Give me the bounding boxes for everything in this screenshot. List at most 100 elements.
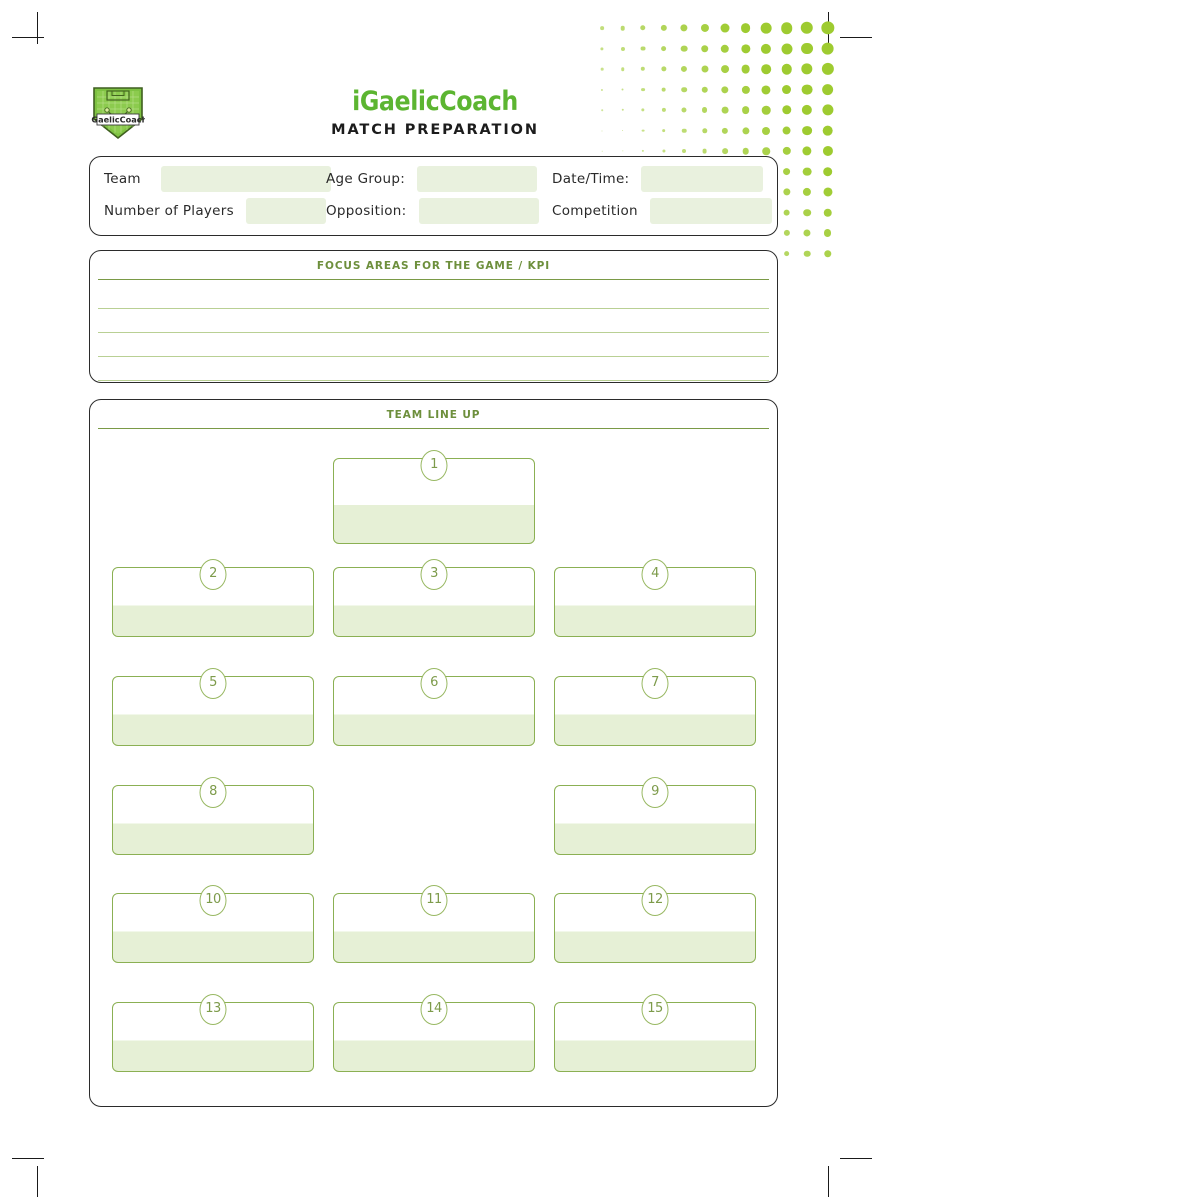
- halftone-dot: [742, 147, 749, 155]
- halftone-dot: [802, 146, 812, 156]
- lineup-slot[interactable]: 10: [112, 885, 314, 963]
- halftone-dot: [783, 250, 790, 257]
- halftone-dot: [661, 87, 666, 92]
- team-lineup-underline: [98, 428, 769, 430]
- halftone-dot: [760, 43, 772, 54]
- focus-areas-panel: FOCUS AREAS FOR THE GAME / KPI: [89, 250, 778, 383]
- detail-field-opposition[interactable]: [419, 198, 539, 224]
- halftone-dot: [782, 167, 791, 176]
- halftone-dot: [721, 106, 729, 114]
- lineup-slot[interactable]: 15: [554, 994, 756, 1072]
- halftone-dot: [660, 45, 667, 52]
- lineup-slot[interactable]: 3: [333, 559, 535, 637]
- halftone-dot: [621, 150, 624, 152]
- lineup-slot[interactable]: 2: [112, 559, 314, 637]
- player-number-badge: 8: [199, 777, 227, 808]
- halftone-dot: [802, 187, 812, 197]
- halftone-dot: [681, 86, 687, 93]
- halftone-dot: [801, 63, 813, 75]
- halftone-dot: [740, 43, 751, 54]
- detail-field-date-time[interactable]: [641, 166, 763, 192]
- halftone-dot: [801, 42, 813, 55]
- player-number-badge: 2: [199, 559, 227, 590]
- halftone-dot: [821, 104, 834, 116]
- player-number-badge: 7: [641, 668, 669, 699]
- halftone-dot: [701, 107, 708, 113]
- player-number-badge: 3: [420, 559, 448, 590]
- player-number-badge: 5: [199, 668, 227, 699]
- halftone-dot: [600, 67, 604, 71]
- halftone-dot: [620, 46, 625, 51]
- lineup-slot[interactable]: 1: [333, 450, 535, 544]
- halftone-dot: [621, 88, 624, 91]
- halftone-dot: [822, 125, 833, 136]
- halftone-dot: [821, 62, 834, 76]
- halftone-dot: [800, 21, 814, 35]
- crop-mark-bottom-right-horizontal: [840, 1158, 872, 1159]
- focus-write-line[interactable]: [98, 332, 769, 333]
- halftone-dot: [802, 167, 812, 176]
- halftone-dot: [762, 147, 770, 155]
- halftone-dot: [660, 66, 667, 72]
- halftone-dot: [661, 107, 666, 113]
- halftone-dot: [620, 67, 625, 71]
- halftone-dot: [680, 45, 688, 52]
- halftone-dot: [682, 149, 686, 153]
- halftone-dot: [783, 229, 790, 237]
- lineup-slot[interactable]: 6: [333, 668, 535, 746]
- halftone-dot: [740, 23, 751, 33]
- halftone-dot: [641, 129, 645, 132]
- halftone-dot: [700, 44, 709, 53]
- halftone-dot: [601, 150, 603, 152]
- lineup-slot[interactable]: 4: [554, 559, 756, 637]
- lineup-slot[interactable]: 7: [554, 668, 756, 746]
- halftone-dot: [720, 23, 730, 33]
- focus-write-line[interactable]: [98, 356, 769, 357]
- lineup-slot[interactable]: 11: [333, 885, 535, 963]
- focus-write-line[interactable]: [98, 380, 769, 381]
- detail-label-age-group: Age Group:: [326, 171, 406, 187]
- player-number-badge: 13: [199, 994, 227, 1025]
- crop-mark-top-right-vertical: [828, 12, 829, 44]
- halftone-dot: [741, 64, 750, 74]
- lineup-slot[interactable]: 13: [112, 994, 314, 1072]
- detail-field-competition[interactable]: [650, 198, 772, 224]
- halftone-dot: [823, 249, 832, 258]
- detail-label-opposition: Opposition:: [326, 203, 407, 219]
- lineup-slot[interactable]: 5: [112, 668, 314, 746]
- lineup-slot[interactable]: 14: [333, 994, 535, 1072]
- igaeliccoach-logo: iGaelicCoach: [89, 86, 148, 140]
- halftone-dot: [780, 42, 793, 55]
- player-number-badge: 6: [420, 668, 448, 699]
- focus-write-line[interactable]: [98, 308, 769, 309]
- halftone-dot: [680, 65, 688, 73]
- halftone-dot: [640, 46, 646, 51]
- detail-field-age-group[interactable]: [417, 166, 537, 192]
- halftone-dot: [760, 22, 772, 34]
- halftone-dot: [660, 24, 667, 32]
- halftone-dot: [720, 44, 730, 53]
- halftone-dot: [681, 107, 687, 113]
- focus-areas-underline: [98, 279, 769, 281]
- halftone-dot: [781, 63, 792, 75]
- crop-mark-bottom-right-vertical: [828, 1166, 829, 1197]
- halftone-dot: [821, 83, 834, 96]
- halftone-dot: [782, 146, 791, 156]
- lineup-slot[interactable]: 12: [554, 885, 756, 963]
- halftone-dot: [700, 65, 709, 73]
- halftone-dot: [783, 209, 790, 216]
- halftone-dot: [702, 148, 707, 154]
- halftone-dot: [803, 208, 811, 217]
- halftone-dot: [621, 108, 624, 112]
- crop-mark-top-right-horizontal: [840, 37, 872, 38]
- lineup-slot[interactable]: 8: [112, 777, 314, 855]
- halftone-dot: [721, 85, 729, 94]
- lineup-slot[interactable]: 9: [554, 777, 756, 855]
- halftone-dot: [821, 42, 834, 55]
- player-number-badge: 10: [199, 885, 227, 916]
- player-number-badge: 9: [641, 777, 669, 808]
- halftone-dot: [661, 128, 666, 133]
- halftone-dot: [761, 126, 771, 135]
- detail-field-number-of-players[interactable]: [246, 198, 326, 224]
- detail-field-team[interactable]: [161, 166, 331, 192]
